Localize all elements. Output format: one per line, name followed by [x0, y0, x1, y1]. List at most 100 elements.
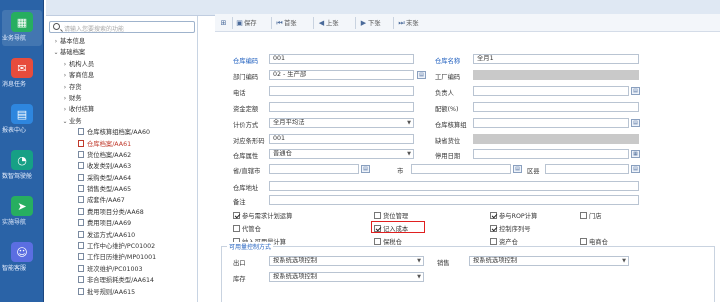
tree-node[interactable]: › 收付结算	[46, 104, 197, 115]
sales-select[interactable]: 按系统选项控制	[469, 256, 629, 266]
dock-item-message[interactable]: ✉ 消息任务	[2, 56, 42, 92]
prev-record-button[interactable]: ◀ 上张	[317, 17, 339, 29]
outbound-label: 出口	[233, 260, 246, 267]
city-lookup-icon[interactable]: ▤	[513, 165, 522, 173]
tree-node[interactable]: › 客商信息	[46, 70, 197, 81]
last-record-button[interactable]: ⏭末张	[397, 17, 418, 29]
tree-node[interactable]: 费用项目/AA69	[46, 218, 197, 229]
accounting-group-lookup-icon[interactable]: ▤	[631, 119, 640, 127]
outbound-select[interactable]: 按系统选项控制	[269, 256, 424, 266]
tree-node[interactable]: 费用项目分类/AA68	[46, 207, 197, 218]
tree-node[interactable]: ⌄业务	[46, 116, 197, 127]
tree-node[interactable]: 仓库核算组档案/AA60	[46, 127, 197, 138]
counterpart-code-label: 对应条形码	[233, 138, 265, 145]
tree-node[interactable]: 非合理损耗类型/AA614	[46, 275, 197, 286]
tree-node[interactable]: 发运方式/AA610	[46, 230, 197, 241]
tree-node[interactable]: 工作中心维护/PC01002	[46, 241, 197, 252]
tree-node[interactable]: 批号规则/AA615	[46, 287, 197, 298]
toolbar: ⊞ ▣保存 ⏮首张 ◀ 上张 ▶ 下张 ⏭末张	[215, 14, 720, 32]
tree-node[interactable]: ⌄基础档案	[46, 47, 197, 58]
checkbox-include-cost[interactable]: 记入成本	[374, 224, 408, 233]
tree-node[interactable]: 仓库档案/AA61	[46, 139, 197, 150]
chevron-down-icon[interactable]: ⌄	[52, 47, 60, 58]
save-icon: ▣	[236, 19, 243, 27]
chevron-down-icon[interactable]: ▼	[620, 257, 628, 265]
tree-node-label: 班次维护/PC01003	[87, 265, 143, 273]
checkbox-asset[interactable]: 资产仓	[490, 237, 518, 246]
checkbox-location-mgmt[interactable]: 货位管理	[374, 211, 408, 220]
warehouse-attr-select[interactable]: 普通仓	[269, 149, 414, 159]
manager-lookup-icon[interactable]: ▤	[631, 87, 640, 95]
stop-date-field[interactable]	[473, 149, 629, 159]
chevron-right-icon[interactable]: ›	[61, 82, 69, 93]
checkbox-ecommerce[interactable]: 电商仓	[580, 237, 608, 246]
tree-node-label: 存货	[69, 83, 82, 91]
tree-node[interactable]: 货位档案/AA62	[46, 150, 197, 161]
tree-node[interactable]: › 基本信息	[46, 36, 197, 47]
phone-field[interactable]	[269, 86, 414, 96]
tree-node[interactable]: 成套件/AA67	[46, 195, 197, 206]
checkbox-serial-control[interactable]: 控制序列号	[490, 224, 530, 233]
inventory-select[interactable]: 按系统选项控制	[269, 272, 424, 282]
save-button[interactable]: ▣保存	[235, 17, 256, 29]
province-label: 省/直辖市	[233, 168, 261, 175]
accounting-group-field[interactable]	[473, 118, 629, 128]
dock-item-chart[interactable]: ◔ 数智驾驶舱	[2, 148, 42, 184]
province-lookup-icon[interactable]: ▤	[361, 165, 370, 173]
tree-node-label: 费用项目/AA69	[87, 220, 132, 228]
funds-quota-field[interactable]	[269, 102, 414, 112]
tree-node[interactable]: › 存货	[46, 82, 197, 93]
tree-node[interactable]: 收发类别/AA63	[46, 161, 197, 172]
allocation-rate-field[interactable]	[473, 102, 639, 112]
document-icon	[78, 287, 84, 295]
chevron-down-icon[interactable]: ▼	[415, 257, 423, 265]
first-record-button[interactable]: ⏮首张	[275, 17, 296, 29]
chevron-right-icon[interactable]: ›	[61, 59, 69, 70]
checkbox-bonded[interactable]: 保税仓	[374, 237, 402, 246]
chevron-down-icon[interactable]: ▼	[405, 119, 413, 127]
district-field[interactable]	[545, 164, 629, 174]
chevron-right-icon[interactable]: ›	[52, 36, 60, 47]
tree-node-label: 发运方式/AA610	[87, 231, 136, 239]
tree-search-input[interactable]: 请输入您要搜索的功能	[49, 21, 195, 33]
checkbox-consignment[interactable]: 代管仓	[233, 224, 261, 233]
dock-item-grid[interactable]: ▦ 业务导航	[2, 10, 42, 46]
tree-node[interactable]: 工作日历维护/MP01001	[46, 252, 197, 263]
remark-field[interactable]	[269, 195, 639, 205]
dock-item-navigation[interactable]: ➤ 实施导航	[2, 194, 42, 230]
tree-node-label: 仓库核算组档案/AA60	[87, 129, 151, 137]
dept-code-field[interactable]: 02 - 生产部	[269, 70, 414, 80]
manager-field[interactable]	[473, 86, 629, 96]
checkbox-store[interactable]: 门店	[580, 211, 602, 220]
counterpart-code-field[interactable]: 001	[269, 134, 414, 144]
dept-lookup-icon[interactable]: ▤	[417, 71, 426, 79]
city-field[interactable]	[411, 164, 511, 174]
checkbox-rop[interactable]: 参与ROP计算	[490, 211, 537, 220]
inventory-label: 库存	[233, 276, 246, 283]
address-field[interactable]	[269, 181, 639, 191]
tree-node[interactable]: 销售类型/AA65	[46, 184, 197, 195]
warehouse-name-field[interactable]: 全月1	[473, 54, 639, 64]
province-field[interactable]	[269, 164, 359, 174]
chevron-down-icon[interactable]: ▼	[415, 273, 423, 281]
default-location-field	[473, 134, 639, 144]
chevron-right-icon[interactable]: ›	[61, 104, 69, 115]
phone-label: 电话	[233, 90, 246, 97]
chevron-down-icon[interactable]: ▼	[405, 150, 413, 158]
dock-item-service[interactable]: ☺ 智能客服	[2, 240, 42, 276]
chevron-right-icon[interactable]: ›	[61, 93, 69, 104]
district-lookup-icon[interactable]: ▤	[631, 165, 640, 173]
dock-item-report[interactable]: ▤ 报表中心	[2, 102, 42, 138]
next-record-button[interactable]: ▶ 下张	[359, 17, 381, 29]
chevron-down-icon[interactable]: ⌄	[61, 116, 69, 127]
calendar-icon[interactable]: ▦	[631, 150, 640, 158]
tree-node[interactable]: 班次维护/PC01003	[46, 264, 197, 275]
chevron-right-icon[interactable]: ›	[61, 70, 69, 81]
tree-node[interactable]: 采购类型/AA64	[46, 173, 197, 184]
new-icon[interactable]: ⊞	[219, 17, 228, 29]
pricing-method-select[interactable]: 全月平均法	[269, 118, 414, 128]
warehouse-code-field[interactable]: 001	[269, 54, 414, 64]
tree-node[interactable]: › 机构人员	[46, 59, 197, 70]
checkbox-demand-planning[interactable]: 参与需求计划运算	[233, 211, 292, 220]
tree-node[interactable]: › 财务	[46, 93, 197, 104]
